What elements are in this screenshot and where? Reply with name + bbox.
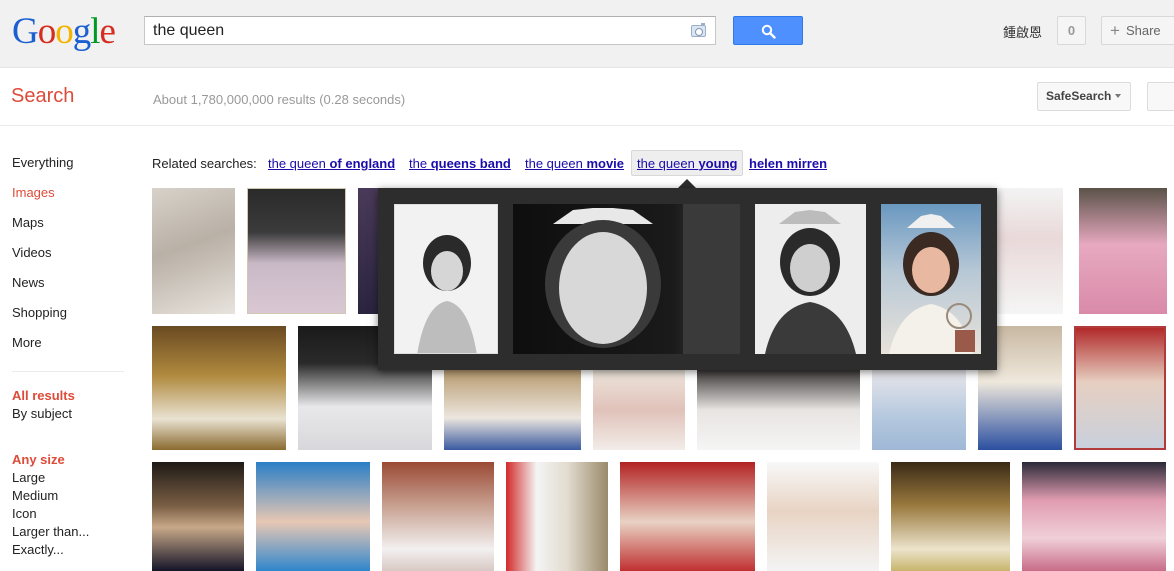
sidebar-item-news[interactable]: News [12,275,45,290]
google-logo[interactable]: Google [12,12,116,52]
image-result[interactable] [152,188,235,314]
safesearch-label: SafeSearch [1046,89,1112,103]
share-label: Share [1125,23,1161,38]
related-search-plain: the queen [525,156,587,171]
popup-image[interactable] [755,204,866,354]
notification-count[interactable]: 0 [1057,16,1086,45]
image-result[interactable] [1079,188,1167,314]
search-input[interactable] [145,17,675,44]
image-result[interactable] [697,370,860,450]
sidebar-item-videos[interactable]: Videos [12,245,52,260]
portrait-thumbnail [889,214,975,354]
image-result[interactable] [358,188,380,314]
plus-icon: + [1110,21,1120,40]
related-search-bold: helen mirren [749,156,828,171]
sidebar-item-images[interactable]: Images [12,185,55,200]
related-search-plain: the [409,156,431,171]
portrait-thumbnail [765,210,856,354]
filter-all-results[interactable]: All results [12,388,75,403]
camera-icon[interactable] [691,23,706,37]
image-result[interactable] [593,370,685,450]
safesearch-button[interactable]: SafeSearch [1037,82,1131,111]
image-result[interactable] [891,462,1010,571]
results-count: About 1,780,000,000 results (0.28 second… [153,92,406,107]
filter-size-icon[interactable]: Icon [12,506,37,521]
magnifier-icon [761,24,776,39]
related-search-bold: queens band [430,156,511,171]
related-searches-label: Related searches: [152,156,257,171]
related-search-bold: movie [586,156,625,171]
top-bar: Google 鍾啟恩 0 + Share [0,0,1174,68]
related-search-link[interactable]: helen mirren [749,156,827,171]
related-search-plain: the queen [268,156,330,171]
image-result[interactable] [247,188,346,314]
related-images-popup [378,188,997,370]
filter-size-large[interactable]: Large [12,470,45,485]
related-search-link[interactable]: the queen movie [525,156,624,171]
search-button[interactable] [733,16,803,45]
share-button[interactable]: + Share [1101,16,1174,45]
portrait-thumbnail [545,204,740,354]
image-result[interactable] [997,188,1063,314]
sidebar-item-maps[interactable]: Maps [12,215,44,230]
image-result[interactable] [444,370,581,450]
page-title: Search [11,85,75,107]
filter-by-subject[interactable]: By subject [12,406,72,421]
filter-size-exactly[interactable]: Exactly... [12,542,64,557]
image-result[interactable] [1074,326,1166,450]
related-search-link-selected[interactable]: the queen young [631,150,744,176]
sub-bar: Search About 1,780,000,000 results (0.28… [0,69,1174,126]
related-search-bold: young [698,156,738,171]
popup-image[interactable] [881,204,981,354]
image-result[interactable] [767,462,879,571]
chevron-down-icon [1115,94,1122,98]
search-box[interactable] [144,16,716,45]
related-search-plain: the queen [637,156,699,171]
image-result[interactable] [152,326,286,450]
popup-image[interactable] [513,204,740,354]
image-result[interactable] [382,462,494,571]
image-result[interactable] [1022,462,1166,571]
sidebar-item-shopping[interactable]: Shopping [12,305,67,320]
image-result[interactable] [256,462,370,571]
image-result[interactable] [506,462,608,571]
popup-image[interactable] [394,204,498,354]
divider [12,371,124,372]
sidebar-item-more[interactable]: More [12,335,42,350]
options-button[interactable] [1147,82,1174,111]
user-name[interactable]: 鍾啟恩 [1003,22,1042,41]
related-search-link[interactable]: the queen of england [268,156,395,171]
image-result[interactable] [620,462,755,571]
filter-size-larger-than[interactable]: Larger than... [12,524,89,539]
sidebar-item-everything[interactable]: Everything [12,155,73,170]
portrait-thumbnail [417,235,477,353]
image-result[interactable] [872,370,966,450]
related-search-bold: of england [329,156,396,171]
popup-arrow [678,179,696,188]
filter-size-medium[interactable]: Medium [12,488,58,503]
image-result[interactable] [152,462,244,571]
filter-any-size[interactable]: Any size [12,452,65,467]
related-search-link[interactable]: the queens band [409,156,511,171]
